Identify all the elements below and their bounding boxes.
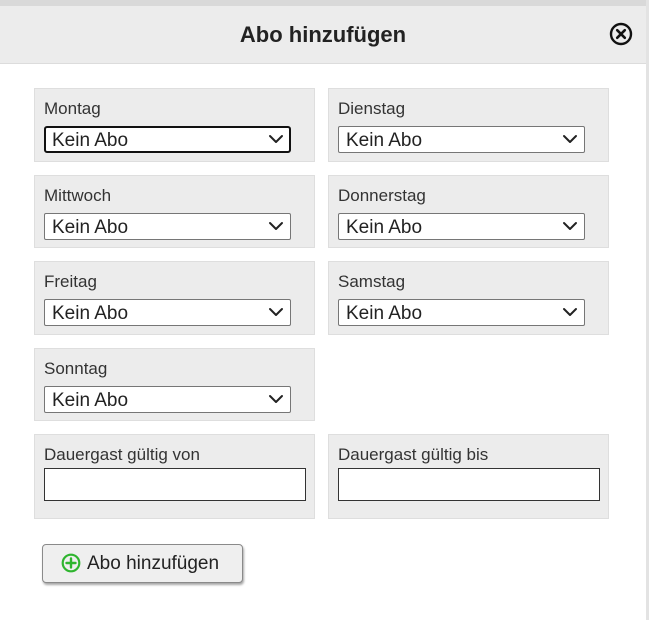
- day-label: Freitag: [44, 272, 97, 291]
- select-value: Kein Abo: [52, 390, 129, 411]
- day-label: Mittwoch: [44, 186, 112, 205]
- day-label: Dienstag: [338, 99, 406, 118]
- select-value: Kein Abo: [52, 303, 129, 324]
- sunday-select[interactable]: Kein Abo: [44, 386, 291, 413]
- valid-from-label: Dauergast gültig von: [44, 445, 200, 464]
- plus-circle-icon: [61, 553, 81, 573]
- day-label: Montag: [44, 99, 101, 118]
- valid-to-field: Dauergast gültig bis: [328, 434, 609, 519]
- select-value: Kein Abo: [346, 303, 423, 324]
- day-field-thursday: Donnerstag Kein Abo: [328, 175, 609, 248]
- tuesday-select[interactable]: Kein Abo: [338, 126, 585, 153]
- close-button[interactable]: [609, 22, 633, 46]
- valid-from-input[interactable]: [44, 468, 306, 501]
- day-label: Donnerstag: [338, 186, 426, 205]
- dialog-header: Abo hinzufügen: [0, 6, 646, 64]
- day-field-friday: Freitag Kein Abo: [34, 261, 315, 335]
- valid-to-label: Dauergast gültig bis: [338, 445, 489, 464]
- select-value: Kein Abo: [52, 130, 129, 151]
- monday-select[interactable]: Kein Abo: [44, 126, 291, 153]
- wednesday-select[interactable]: Kein Abo: [44, 213, 291, 240]
- day-field-tuesday: Dienstag Kein Abo: [328, 88, 609, 162]
- add-subscription-label: Abo hinzufügen: [87, 553, 220, 574]
- chevron-down-icon: [269, 395, 283, 403]
- saturday-select[interactable]: Kein Abo: [338, 299, 585, 326]
- close-icon: [609, 22, 633, 46]
- chevron-down-icon: [269, 308, 283, 316]
- valid-to-input[interactable]: [338, 468, 600, 501]
- dialog-title: Abo hinzufügen: [239, 22, 407, 47]
- day-label: Sonntag: [44, 359, 108, 378]
- chevron-down-icon: [563, 222, 577, 230]
- select-value: Kein Abo: [346, 130, 423, 151]
- chevron-down-icon: [269, 135, 283, 143]
- day-field-wednesday: Mittwoch Kein Abo: [34, 175, 315, 248]
- day-field-monday: Montag Kein Abo: [34, 88, 315, 162]
- day-field-saturday: Samstag Kein Abo: [328, 261, 609, 335]
- select-value: Kein Abo: [52, 217, 129, 238]
- chevron-down-icon: [563, 135, 577, 143]
- chevron-down-icon: [269, 222, 283, 230]
- add-subscription-button[interactable]: Abo hinzufügen: [42, 544, 243, 583]
- chevron-down-icon: [563, 308, 577, 316]
- day-label: Samstag: [338, 272, 406, 291]
- day-field-sunday: Sonntag Kein Abo: [34, 348, 315, 421]
- valid-from-field: Dauergast gültig von: [34, 434, 315, 519]
- friday-select[interactable]: Kein Abo: [44, 299, 291, 326]
- select-value: Kein Abo: [346, 217, 423, 238]
- thursday-select[interactable]: Kein Abo: [338, 213, 585, 240]
